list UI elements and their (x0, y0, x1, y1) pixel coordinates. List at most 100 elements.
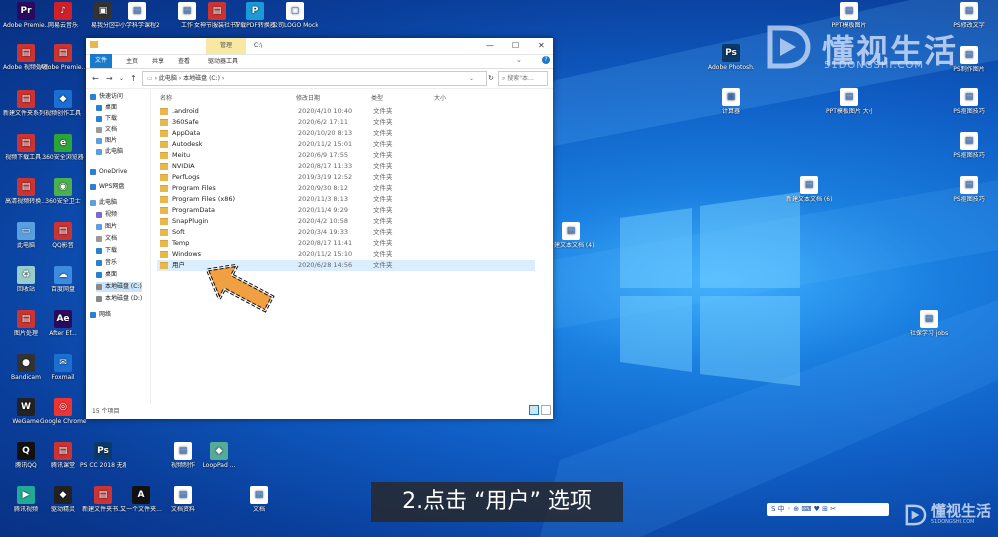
sidebar-item[interactable]: 快速访问 (90, 92, 123, 102)
desktop-icon-left-21[interactable]: Ae After Ef... (40, 310, 86, 337)
sidebar-item[interactable]: 视频 (96, 210, 117, 220)
tab-share[interactable]: 共享 (152, 56, 164, 65)
tab-view[interactable]: 查看 (178, 56, 190, 65)
desktop-icon-right-10[interactable]: ▤ 新建文本文档 (4) (548, 222, 594, 249)
desktop-icon-left-34[interactable]: A 又一个文件夹... (118, 486, 164, 513)
address-box[interactable]: ▭ › 此电脑 › 本地磁盘 (C:) › ⌄ (142, 71, 487, 86)
sidebar-item[interactable]: 音乐 (96, 258, 117, 268)
row-date: 2020/11/4 9:29 (298, 206, 348, 214)
close-button[interactable]: ✕ (538, 41, 545, 50)
sidebar-item[interactable]: 下载 (96, 246, 117, 256)
desktop-icon-left-13[interactable]: e 360安全浏览器 (40, 134, 86, 161)
table-row[interactable]: Meitu 2020/6/9 17:55 文件夹 (157, 150, 535, 161)
desktop-app-icon: ♪ (54, 2, 72, 20)
tab-file[interactable]: 文件 (90, 54, 113, 68)
desktop-icon-right-6[interactable]: ▤ PS抠图技巧 (946, 88, 992, 115)
desktop-icon-left-35[interactable]: ▤ 文档资料 (160, 486, 206, 513)
sidebar-item[interactable]: 此电脑 (90, 198, 117, 208)
table-row[interactable]: Temp 2020/8/17 11:41 文件夹 (157, 238, 535, 249)
sidebar-item-label: OneDrive (99, 168, 128, 175)
minimize-button[interactable]: — (486, 41, 494, 50)
sidebar-item[interactable]: 图片 (96, 136, 117, 146)
forward-arrow-icon[interactable]: → (106, 74, 113, 83)
table-row[interactable]: Autodesk 2020/11/2 15:01 文件夹 (157, 139, 535, 150)
tab-drive-tools[interactable]: 驱动器工具 (208, 56, 238, 65)
desktop-app-icon: ● (17, 354, 35, 372)
table-row[interactable]: ProgramData 2020/11/4 9:29 文件夹 (157, 205, 535, 216)
sidebar-item[interactable]: 网络 (90, 310, 111, 320)
title-bar[interactable]: 管理 C:\ — ☐ ✕ (86, 38, 553, 55)
table-row[interactable]: Program Files (x86) 2020/11/3 8:13 文件夹 (157, 194, 535, 205)
watermark-small-title: 懂视生活 (931, 502, 992, 520)
table-row[interactable]: Windows 2020/11/2 15:10 文件夹 (157, 249, 535, 260)
desktop-icon-right-11[interactable]: ▤ 社保学习 jobs (906, 310, 952, 337)
desktop-icon-right-8[interactable]: ▤ 新建文本文档 (6) (786, 176, 832, 203)
sidebar-item[interactable]: 本地磁盘 (C:) (96, 282, 142, 292)
desktop-icon-left-15[interactable]: ◉ 360安全卫士 (40, 178, 86, 205)
sidebar-item[interactable]: 文档 (96, 125, 117, 135)
table-row[interactable]: PerfLogs 2019/3/19 12:52 文件夹 (157, 172, 535, 183)
desktop-icon-left-19[interactable]: ☁ 百度网盘 (40, 266, 86, 293)
desktop-icon-right-4[interactable]: ▦ 计算器 (708, 88, 754, 115)
tiles-view-icon[interactable] (541, 405, 551, 415)
recent-chevron-icon[interactable]: ⌄ (119, 75, 124, 82)
search-box[interactable]: ⌕ 搜索"本... (498, 71, 548, 86)
desktop-icon-left-11[interactable]: ◆ 视频创作工具 (40, 90, 86, 117)
desktop-icon-left-36[interactable]: ▤ 文档 (236, 486, 282, 513)
desktop-app-icon: ▤ (17, 44, 35, 62)
address-dropdown-icon[interactable]: ⌄ (469, 72, 474, 85)
table-row[interactable]: NVIDIA 2020/8/17 11:33 文件夹 (157, 161, 535, 172)
refresh-icon[interactable]: ↻ (488, 74, 494, 82)
sidebar-item[interactable]: 此电脑 (96, 147, 123, 157)
sidebar-item[interactable]: 桌面 (96, 103, 117, 113)
sidebar-item[interactable]: WPS网盘 (90, 182, 124, 192)
column-date[interactable]: 修改日期 (296, 93, 320, 102)
column-size[interactable]: 大小 (434, 93, 446, 102)
desktop-icon-label: 社保学习 jobs (909, 330, 949, 337)
video-icon (96, 211, 102, 218)
sidebar-item[interactable]: OneDrive (90, 167, 127, 177)
sidebar-item[interactable]: 图片 (96, 222, 117, 232)
row-type: 文件夹 (373, 140, 393, 148)
help-icon[interactable]: ? (542, 56, 550, 64)
sidebar-item-label: 网络 (99, 311, 112, 318)
sidebar-item[interactable]: 下载 (96, 114, 117, 124)
desktop-icon-right-5[interactable]: ▤ PPT模板图片 大小 (826, 88, 872, 115)
sidebar-item[interactable]: 文档 (96, 234, 117, 244)
up-arrow-icon[interactable]: ↑ (130, 74, 137, 83)
breadcrumb-this-pc[interactable]: 此电脑 (159, 75, 177, 82)
chevron-down-icon[interactable]: ⌄ (516, 56, 522, 64)
breadcrumb-drive-c[interactable]: 本地磁盘 (C:) (183, 75, 220, 82)
row-name: Temp (172, 239, 190, 247)
table-row[interactable]: AppData 2020/10/20 8:13 文件夹 (157, 128, 535, 139)
tab-home[interactable]: 主页 (126, 56, 138, 65)
table-row[interactable]: SnapPlugin 2020/4/2 10:58 文件夹 (157, 216, 535, 227)
column-type[interactable]: 类型 (371, 93, 383, 102)
desktop-icon-left-9[interactable]: ▤ Adobe Premie... (40, 44, 86, 71)
desktop-icon-left-17[interactable]: ▤ QQ影音 (40, 222, 86, 249)
computer-icon (96, 148, 102, 155)
desktop-icon-left-30[interactable]: ◆ LoopPad ... (196, 442, 242, 469)
system-tray[interactable]: S 中 ◦ ⊕ ⌨ ♥ ⊞ ✂ (767, 503, 889, 516)
sidebar-item[interactable]: 桌面 (96, 270, 117, 280)
desktop-icon-right-9[interactable]: ▤ PS抠图技巧 (946, 176, 992, 203)
back-arrow-icon[interactable]: ← (92, 74, 99, 83)
desktop-icon-label: PS抠图技巧 (953, 196, 985, 203)
desktop-icon-left-7[interactable]: ▢ 公司LOGO Mockup... (272, 2, 318, 29)
desktop-icon-left-23[interactable]: ✉ Foxmail (40, 354, 86, 381)
table-row[interactable]: .android 2020/4/10 10:40 文件夹 (157, 106, 535, 117)
desktop-app-icon: ▤ (128, 2, 146, 20)
desktop-icon-right-7[interactable]: ▤ PS抠图技巧 (946, 132, 992, 159)
column-name[interactable]: 名称 (160, 93, 172, 102)
desktop-icon-right-0[interactable]: Ps Adobe Photosh... (708, 44, 754, 71)
desktop-icon-left-28[interactable]: Ps PS CC 2018 无痕... (80, 442, 126, 469)
desktop-icon-left-25[interactable]: ◎ Google Chrome (40, 398, 86, 425)
desktop-icon-left-3[interactable]: ▤ 中小学科学课程2082... (114, 2, 160, 29)
sidebar-item[interactable]: 本地磁盘 (D:) (96, 294, 142, 304)
details-view-icon[interactable] (529, 405, 539, 415)
file-explorer-window[interactable]: 管理 C:\ — ☐ ✕ 文件 主页 共享 查看 驱动器工具 ⌄ ? ← → ⌄… (86, 38, 553, 419)
maximize-button[interactable]: ☐ (512, 41, 519, 50)
table-row[interactable]: Soft 2020/3/4 19:33 文件夹 (157, 227, 535, 238)
table-row[interactable]: Program Files 2020/9/30 8:12 文件夹 (157, 183, 535, 194)
table-row[interactable]: 360Safe 2020/6/2 17:11 文件夹 (157, 117, 535, 128)
